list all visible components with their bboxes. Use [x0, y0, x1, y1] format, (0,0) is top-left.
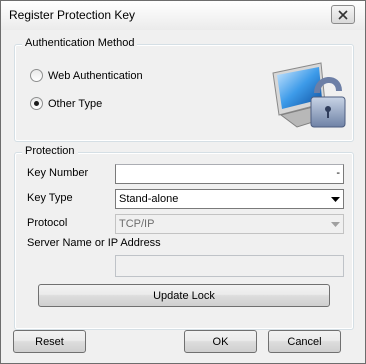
web-authentication-label: Web Authentication — [48, 69, 143, 82]
key-type-label: Key Type — [27, 192, 73, 204]
protocol-dropdown[interactable]: TCP/IP — [115, 214, 344, 234]
other-type-radio[interactable] — [30, 97, 43, 110]
close-button[interactable] — [331, 5, 355, 24]
dialog-body: Authentication Method Web Authentication… — [1, 30, 365, 363]
authentication-method-label: Authentication Method — [22, 37, 138, 49]
cancel-button[interactable]: Cancel — [268, 330, 341, 353]
close-icon — [338, 9, 348, 20]
key-number-label: Key Number — [27, 167, 89, 179]
key-number-value: - — [336, 167, 340, 179]
window-title: Register Protection Key — [9, 8, 136, 22]
network-lock-icon — [272, 62, 346, 128]
key-number-field[interactable]: - — [115, 164, 344, 184]
protocol-value: TCP/IP — [119, 218, 155, 230]
protocol-label: Protocol — [27, 217, 68, 229]
title-bar: Register Protection Key — [1, 1, 365, 30]
web-authentication-radio[interactable] — [30, 69, 43, 82]
register-protection-key-dialog: Register Protection Key Authentication M… — [0, 0, 366, 364]
key-type-value: Stand-alone — [119, 193, 179, 205]
server-address-label: Server Name or IP Address — [27, 237, 161, 249]
protection-label: Protection — [22, 145, 78, 157]
chevron-down-icon[interactable] — [327, 190, 343, 208]
protection-group: Protection Key Number - Key Type Stand-a… — [14, 145, 354, 330]
chevron-down-icon[interactable] — [327, 215, 343, 233]
other-type-label: Other Type — [48, 97, 103, 110]
authentication-method-group: Authentication Method Web Authentication… — [14, 37, 354, 142]
other-type-option[interactable]: Other Type — [30, 97, 102, 110]
web-authentication-option[interactable]: Web Authentication — [30, 69, 143, 82]
key-type-dropdown[interactable]: Stand-alone — [115, 189, 344, 209]
server-address-field[interactable] — [115, 255, 344, 277]
ok-button[interactable]: OK — [184, 330, 257, 353]
reset-button[interactable]: Reset — [13, 330, 86, 353]
update-lock-button[interactable]: Update Lock — [38, 284, 330, 307]
